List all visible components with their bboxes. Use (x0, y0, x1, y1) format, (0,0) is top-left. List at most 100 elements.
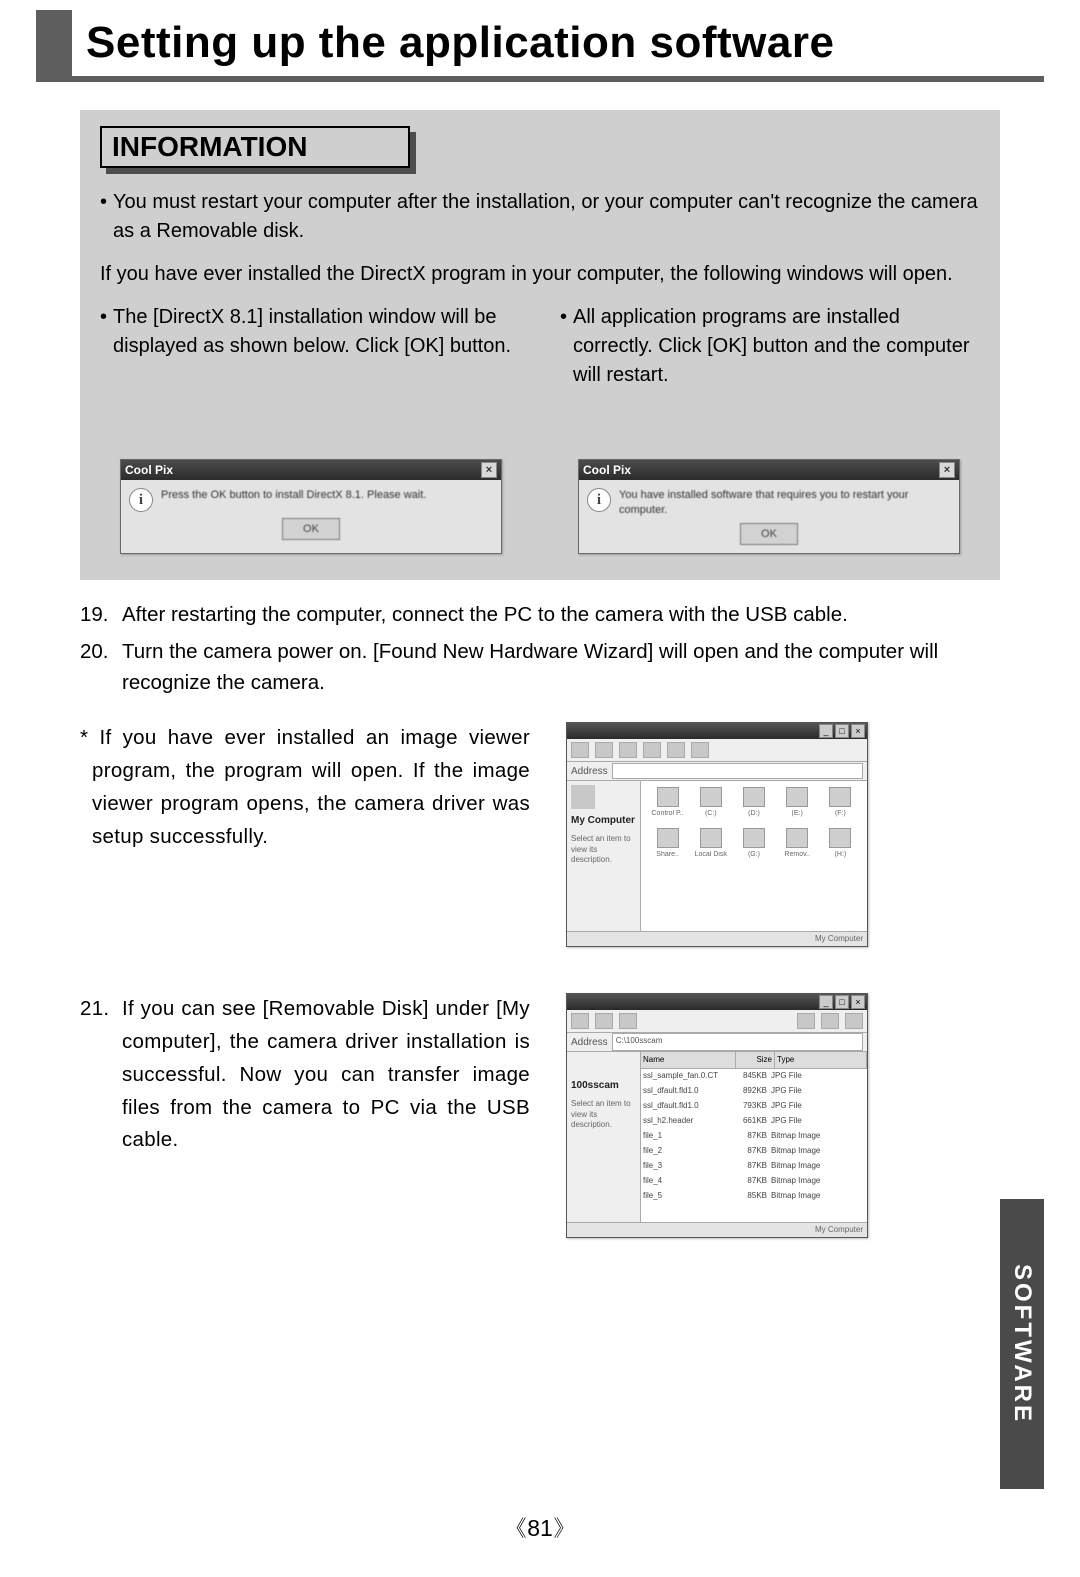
step-20-text: Turn the camera power on. [Found New Har… (122, 637, 1000, 699)
window-titlebar: _ □ × (567, 723, 867, 739)
list-item[interactable]: ssl_sample_fan.0.CT845KBJPG File (641, 1069, 867, 1084)
drive-icon[interactable]: Remov.. (777, 828, 818, 861)
toolbar-icon[interactable] (595, 742, 613, 758)
drive-icon[interactable]: Control P.. (647, 787, 688, 820)
window-side: 100sscam Select an item to view its desc… (567, 1052, 641, 1222)
minimize-icon[interactable]: _ (819, 724, 833, 738)
window-content: My Computer Select an item to view its d… (567, 781, 867, 931)
drive-icon[interactable]: (E:) (777, 787, 818, 820)
step-19-num: 19. (80, 600, 122, 631)
list-header: Name Size Type (641, 1052, 867, 1069)
step20-row: * If you have ever installed an image vi… (80, 722, 1000, 947)
toolbar-icon[interactable] (619, 742, 637, 758)
toolbar-icon[interactable] (691, 742, 709, 758)
file-list: ssl_sample_fan.0.CT845KBJPG Filessl_dfau… (641, 1069, 867, 1204)
toolbar-icon[interactable] (845, 1013, 863, 1029)
maximize-icon[interactable]: □ (835, 995, 849, 1009)
col-type[interactable]: Type (775, 1052, 867, 1068)
toolbar-icon[interactable] (667, 742, 685, 758)
window-main: Control P..(C:)(D:)(E:)(F:) Share..Local … (641, 781, 867, 931)
info-heading-text: INFORMATION (112, 131, 307, 163)
step20-note: * If you have ever installed an image vi… (80, 722, 530, 853)
col-size[interactable]: Size (736, 1052, 775, 1068)
ok-button[interactable]: OK (282, 518, 340, 540)
info-body: You must restart your computer after the… (100, 188, 980, 390)
step-20-num: 20. (80, 637, 122, 699)
info-icon: i (129, 488, 153, 512)
list-item[interactable]: file_387KBBitmap Image (641, 1159, 867, 1174)
address-input[interactable] (612, 763, 863, 779)
mycomputer-side-label: My Computer (571, 815, 635, 826)
icon-grid: Control P..(C:)(D:)(E:)(F:) Share..Local … (647, 787, 861, 860)
col-name[interactable]: Name (641, 1052, 736, 1068)
list-item[interactable]: file_287KBBitmap Image (641, 1144, 867, 1159)
window-content: 100sscam Select an item to view its desc… (567, 1052, 867, 1222)
title-bar: Setting up the application software (36, 10, 1044, 82)
info-restart-note: You must restart your computer after the… (113, 188, 980, 246)
dialog-directx-message: Press the OK button to install DirectX 8… (161, 488, 493, 502)
drive-icon[interactable]: Share.. (647, 828, 688, 861)
maximize-icon[interactable]: □ (835, 724, 849, 738)
drive-icon[interactable]: (C:) (690, 787, 731, 820)
step21-row: 21. If you can see [Removable Disk] unde… (80, 993, 1000, 1238)
toolbar-icon[interactable] (595, 1013, 613, 1029)
list-item[interactable]: file_585KBBitmap Image (641, 1189, 867, 1204)
address-input[interactable]: C:\100sscam (612, 1033, 863, 1051)
dialog-restart-body: i You have installed software that requi… (579, 480, 959, 553)
window-statusbar: My Computer (567, 931, 867, 946)
dialog-directx: Cool Pix × i Press the OK button to inst… (120, 459, 502, 554)
window-main: Name Size Type ssl_sample_fan.0.CT845KBJ… (641, 1052, 867, 1222)
info-icon: i (587, 488, 611, 512)
list-item[interactable]: ssl_dfault.fld1.0892KBJPG File (641, 1084, 867, 1099)
window-statusbar: My Computer (567, 1222, 867, 1237)
list-item[interactable]: file_487KBBitmap Image (641, 1174, 867, 1189)
info-columns: The [DirectX 8.1] installation window wi… (100, 303, 980, 390)
window-titlebar: _ □ × (567, 994, 867, 1010)
step-21-num: 21. (80, 993, 122, 1157)
page-title: Setting up the application software (86, 18, 834, 68)
step-19: 19. After restarting the computer, conne… (80, 600, 1000, 631)
step-20: 20. Turn the camera power on. [Found New… (80, 637, 1000, 699)
close-icon[interactable]: × (939, 462, 955, 478)
section-tab-label: SOFTWARE (1008, 1264, 1036, 1424)
drive-icon[interactable]: Local Disk (690, 828, 731, 861)
ok-button[interactable]: OK (740, 523, 798, 545)
mycomputer-window: _ □ × Address (566, 722, 868, 947)
dialog-restart-title: Cool Pix (583, 463, 631, 477)
drive-icon[interactable]: (F:) (820, 787, 861, 820)
explorer-window: _ □ × Address C:\100sscam (566, 993, 868, 1238)
dialog-directx-titlebar: Cool Pix × (121, 460, 501, 480)
page-number: 《81》 (0, 1511, 1080, 1543)
step-21-text: If you can see [Removable Disk] under [M… (122, 993, 530, 1157)
toolbar-icon[interactable] (821, 1013, 839, 1029)
toolbar-icon[interactable] (571, 742, 589, 758)
page: Setting up the application software INFO… (0, 0, 1080, 1577)
drive-icon[interactable]: (D:) (733, 787, 774, 820)
list-item[interactable]: ssl_dfault.fld1.0793KBJPG File (641, 1099, 867, 1114)
drive-icon[interactable]: (G:) (733, 828, 774, 861)
dialogs-row: Cool Pix × i Press the OK button to inst… (120, 459, 960, 554)
drive-icon[interactable]: (H:) (820, 828, 861, 861)
toolbar-icon[interactable] (797, 1013, 815, 1029)
information-panel: INFORMATION You must restart your comput… (80, 110, 1000, 580)
toolbar-icon[interactable] (619, 1013, 637, 1029)
close-icon[interactable]: × (851, 724, 865, 738)
dialog-directx-body: i Press the OK button to install DirectX… (121, 480, 501, 548)
info-heading: INFORMATION (100, 126, 410, 168)
dialog-directx-title: Cool Pix (125, 463, 173, 477)
list-item[interactable]: file_187KBBitmap Image (641, 1129, 867, 1144)
status-text: My Computer (815, 1224, 863, 1236)
close-icon[interactable]: × (481, 462, 497, 478)
window-addressbar: Address C:\100sscam (567, 1033, 867, 1052)
list-item[interactable]: ssl_h2.header661KBJPG File (641, 1114, 867, 1129)
window-toolbar (567, 1010, 867, 1033)
close-icon[interactable]: × (851, 995, 865, 1009)
info-directx-note: If you have ever installed the DirectX p… (100, 260, 980, 289)
info-col-left: The [DirectX 8.1] installation window wi… (113, 303, 520, 390)
dialog-restart: Cool Pix × i You have installed software… (578, 459, 960, 554)
minimize-icon[interactable]: _ (819, 995, 833, 1009)
address-label: Address (571, 764, 608, 779)
toolbar-icon[interactable] (571, 1013, 589, 1029)
explorer-side-desc: Select an item to view its description. (571, 1099, 636, 1130)
toolbar-icon[interactable] (643, 742, 661, 758)
